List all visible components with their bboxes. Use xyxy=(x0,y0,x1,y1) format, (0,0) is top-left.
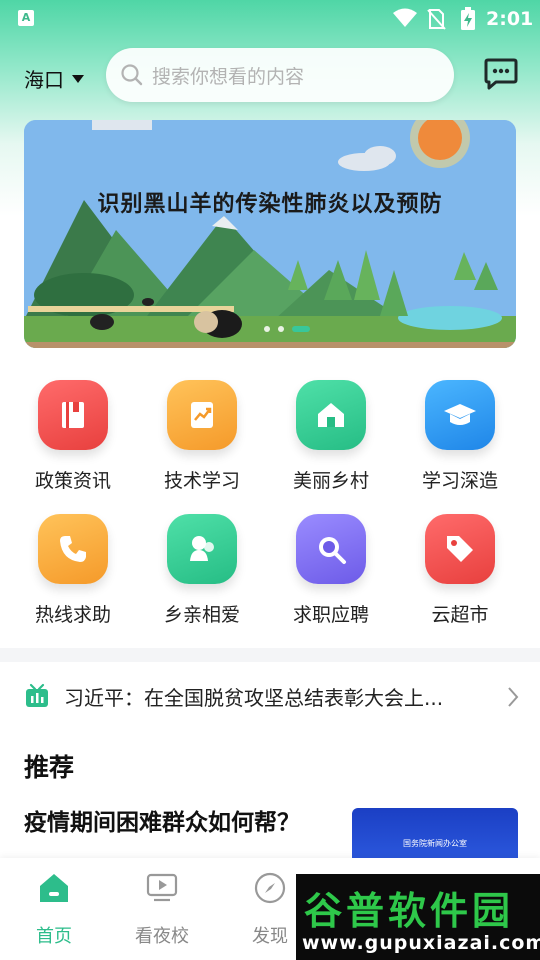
caret-down-icon xyxy=(72,74,84,83)
service-label: 政策资讯 xyxy=(34,470,111,492)
message-icon[interactable] xyxy=(484,58,518,90)
search-placeholder: 搜索你想看的内容 xyxy=(152,65,305,88)
search-icon xyxy=(121,64,143,86)
status-time: 2:01 xyxy=(486,8,534,30)
watermark-url: www.gupuxiazai.com xyxy=(302,932,540,954)
price-tag-icon xyxy=(425,514,495,584)
no-sim-icon xyxy=(427,9,446,30)
banner-title: 识别黑山羊的传染性肺炎以及预防 xyxy=(97,192,443,217)
wifi-icon xyxy=(393,8,417,27)
thumbnail-caption: 国务院新闻办公室 xyxy=(403,839,467,848)
service-policy-news[interactable]: 政策资讯 xyxy=(8,380,138,493)
watermark-logo: 谷普软件园 www.gupuxiazai.com xyxy=(296,874,540,960)
tab-label: 首页 xyxy=(36,926,72,947)
service-beautiful-village[interactable]: 美丽乡村 xyxy=(266,380,396,493)
article-title[interactable]: 疫情期间困难群众如何帮？ xyxy=(24,806,324,840)
tab-home[interactable]: 首页 xyxy=(14,870,94,948)
city-selector[interactable]: 海口 xyxy=(24,64,84,93)
service-tech-learning[interactable]: 技术学习 xyxy=(137,380,267,493)
tv-icon xyxy=(26,683,48,707)
service-label: 美丽乡村 xyxy=(292,470,369,492)
app-notification-icon: A xyxy=(18,10,34,26)
search-bar[interactable]: 搜索你想看的内容 xyxy=(106,48,454,102)
service-label: 技术学习 xyxy=(163,470,240,492)
tab-night-school[interactable]: 看夜校 xyxy=(122,870,202,948)
service-label: 求职应聘 xyxy=(292,604,369,626)
news-ticker[interactable]: 习近平：在全国脱贫攻坚总结表彰大会上... xyxy=(24,676,520,716)
compass-icon xyxy=(254,872,286,904)
people-icon xyxy=(167,514,237,584)
book-icon xyxy=(38,380,108,450)
service-label: 云超市 xyxy=(431,604,489,626)
play-screen-icon xyxy=(146,873,178,902)
section-title-recommend: 推荐 xyxy=(24,753,75,782)
chart-book-icon xyxy=(167,380,237,450)
carousel-dot-active xyxy=(292,326,310,332)
phone-icon xyxy=(38,514,108,584)
carousel-dot xyxy=(264,326,270,332)
battery-charging-icon xyxy=(461,7,475,30)
service-further-study[interactable]: 学习深造 xyxy=(395,380,525,493)
service-folks-care[interactable]: 乡亲相爱 xyxy=(137,514,267,627)
city-label: 海口 xyxy=(24,68,64,92)
tab-label: 看夜校 xyxy=(135,926,189,947)
service-label: 热线求助 xyxy=(34,604,111,626)
banner-illustration xyxy=(24,120,516,348)
service-label: 乡亲相爱 xyxy=(163,604,240,626)
section-divider xyxy=(0,648,540,662)
banner-carousel[interactable]: 识别黑山羊的传染性肺炎以及预防 xyxy=(24,120,516,348)
news-headline: 习近平：在全国脱贫攻坚总结表彰大会上... xyxy=(64,685,444,710)
carousel-dot xyxy=(278,326,284,332)
chevron-right-icon xyxy=(508,687,519,707)
status-bar: A 2:01 xyxy=(0,0,540,36)
service-label: 学习深造 xyxy=(421,470,498,492)
home-icon xyxy=(40,874,68,902)
house-icon xyxy=(296,380,366,450)
service-job-application[interactable]: 求职应聘 xyxy=(266,514,396,627)
graduation-cap-icon xyxy=(425,380,495,450)
service-hotline-help[interactable]: 热线求助 xyxy=(8,514,138,627)
service-cloud-supermarket[interactable]: 云超市 xyxy=(395,514,525,627)
carousel-indicator xyxy=(264,326,310,332)
watermark-brand: 谷普软件园 xyxy=(304,889,515,933)
search-magnifier-icon xyxy=(296,514,366,584)
